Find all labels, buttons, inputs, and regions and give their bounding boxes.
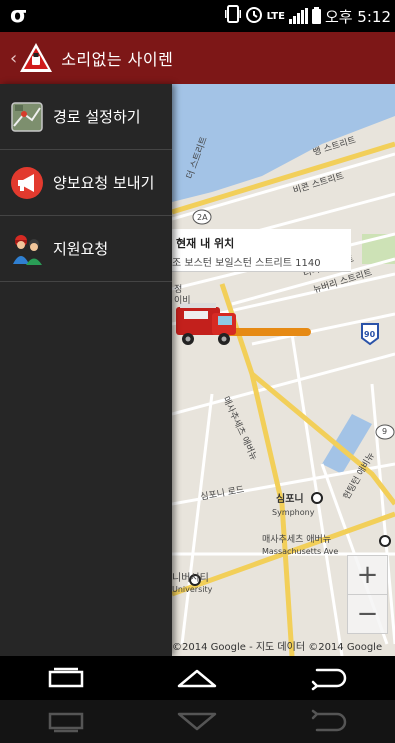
signal-icon [288, 8, 308, 24]
map-label: 니버시티 [172, 573, 209, 584]
back-reflection-icon [299, 704, 359, 740]
callout-title: 현재 내 위치 [176, 237, 235, 250]
drawer-toggle-chevron-icon[interactable]: ‹ [10, 48, 17, 69]
map-label: 매사추세츠 애버뉴 [262, 535, 332, 545]
map-label: 이비 [174, 296, 191, 306]
recent-apps-button[interactable] [36, 660, 96, 696]
vibrate-icon [224, 5, 241, 27]
clock: 오후 5:12 [324, 7, 391, 26]
drawer-item-yield-request[interactable]: 양보요청 보내기 [0, 150, 172, 216]
status-bar: σ LTE 오후 5:12 [0, 0, 395, 32]
fire-truck-location-icon[interactable] [172, 299, 242, 354]
drawer-item-support-request[interactable]: 지원요청 [0, 216, 172, 282]
megaphone-icon [10, 166, 44, 200]
callout-address: 조 보스턴 보일스턴 스트리트 1140 [172, 258, 321, 269]
alarm-icon [245, 5, 263, 27]
home-icon [178, 669, 217, 688]
map-label: 9 [382, 427, 388, 436]
rescuers-icon [10, 232, 44, 266]
navigation-bar [0, 656, 395, 700]
drawer-item-label: 양보요청 보내기 [53, 174, 155, 192]
back-button[interactable] [299, 660, 359, 696]
navigation-bar-reflection [0, 700, 395, 743]
drawer-item-label: 경로 설정하기 [53, 108, 141, 126]
carrier-logo: σ [10, 3, 28, 28]
back-icon [311, 668, 347, 691]
home-reflection-icon [167, 704, 227, 740]
map-copyright: ©2014 Google - 지도 데이터 ©2014 Google [172, 642, 383, 653]
app-title: 소리없는 사이렌 [61, 50, 174, 69]
map-label: Massachusetts Ave [262, 547, 339, 556]
map-route-icon [10, 100, 44, 134]
drawer-item-label: 지원요청 [53, 240, 109, 258]
drawer-item-route-setting[interactable]: 경로 설정하기 [0, 84, 172, 150]
map-label: 90 [364, 330, 376, 339]
recent-apps-reflection-icon [36, 704, 96, 740]
map-label: University [172, 585, 213, 594]
action-bar: ‹ 소리없는 사이렌 [0, 32, 395, 84]
map-label: 심포니 [276, 494, 304, 505]
navigation-drawer: 경로 설정하기 양보요청 보내기 지원요청 [0, 84, 172, 656]
current-location-callout[interactable]: 현재 내 위치 조 보스턴 보일스턴 스트리트 1140 [172, 229, 351, 272]
recent-apps-icon [48, 667, 84, 688]
zoom-in-button[interactable]: + [348, 556, 387, 594]
siren-warning-icon[interactable] [19, 41, 53, 75]
zoom-controls: + − [347, 555, 388, 634]
home-button[interactable] [167, 660, 227, 696]
lte-icon: LTE [266, 10, 285, 22]
zoom-out-button[interactable]: − [348, 594, 387, 633]
map-label: 2A [197, 213, 208, 222]
battery-icon [311, 6, 321, 24]
map-label: Symphony [272, 508, 315, 517]
